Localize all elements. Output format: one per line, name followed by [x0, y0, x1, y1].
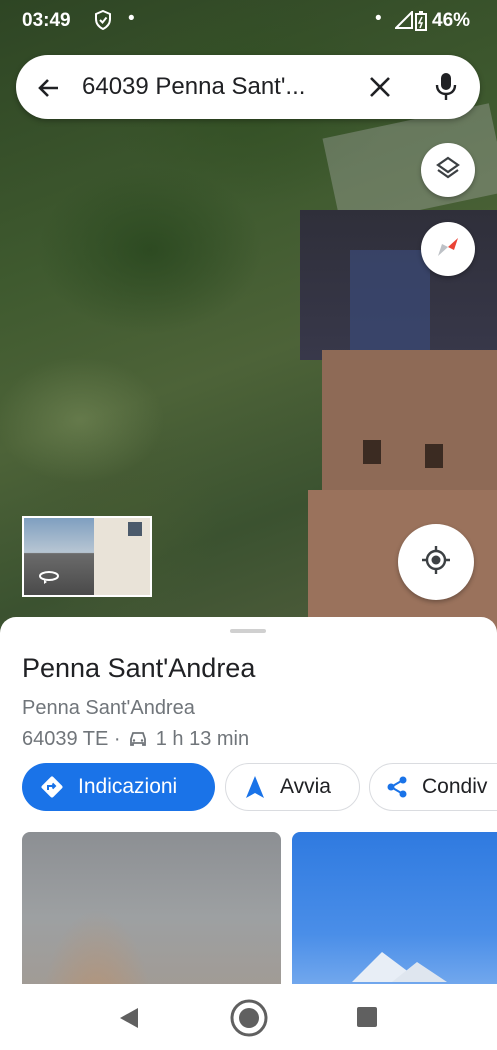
map-window [363, 440, 381, 464]
my-location-icon [421, 545, 451, 580]
drag-handle[interactable] [230, 629, 266, 633]
notification-dot-icon: • [375, 8, 382, 29]
microphone-icon[interactable] [434, 72, 458, 102]
compass-button[interactable] [421, 222, 475, 276]
place-subtitle: Penna Sant'Andrea [22, 697, 195, 719]
drive-time: 1 h 13 min [155, 728, 250, 750]
layers-button[interactable] [421, 143, 475, 197]
map-building [322, 350, 497, 495]
layers-icon [435, 155, 461, 186]
directions-icon [40, 775, 64, 799]
notification-dot-icon: • [128, 8, 135, 29]
signal-icon [393, 9, 413, 35]
share-button[interactable]: Condiv [369, 763, 497, 811]
directions-button[interactable]: Indicazioni [22, 763, 215, 811]
nav-back-icon[interactable] [118, 1006, 140, 1035]
shield-icon [94, 9, 112, 36]
directions-label: Indicazioni [78, 775, 178, 798]
search-input[interactable]: 64039 Penna Sant'... [82, 73, 305, 101]
nav-recents-icon[interactable] [357, 1007, 377, 1027]
back-arrow-icon[interactable] [36, 75, 62, 101]
battery-icon [415, 11, 427, 37]
map-roof-shadow [350, 250, 430, 350]
place-photo[interactable] [292, 832, 497, 985]
status-time: 03:49 [22, 10, 71, 31]
navigation-arrow-icon [244, 775, 266, 799]
battery-percent: 46% [432, 10, 471, 31]
place-bottom-sheet[interactable]: Penna Sant'Andrea Penna Sant'Andrea 6403… [0, 617, 497, 985]
nav-home-icon[interactable] [229, 998, 269, 1043]
car-icon [128, 730, 148, 754]
compass-icon [434, 233, 462, 266]
place-title: Penna Sant'Andrea [22, 653, 256, 683]
start-label: Avvia [280, 775, 331, 798]
map-window [425, 444, 443, 468]
place-photo[interactable] [22, 832, 281, 985]
street-view-thumbnail[interactable] [22, 516, 152, 597]
system-navigation-bar [0, 984, 497, 1050]
my-location-button[interactable] [398, 524, 474, 600]
share-label: Condiv [422, 775, 488, 798]
start-navigation-button[interactable]: Avvia [225, 763, 360, 811]
status-bar: 03:49 • • 46% [0, 0, 497, 42]
close-icon[interactable] [368, 75, 392, 99]
share-icon [386, 775, 408, 799]
rotate-360-icon [38, 568, 60, 584]
search-bar[interactable]: 64039 Penna Sant'... [16, 55, 480, 119]
place-meta: 64039 TE · 1 h 13 min [22, 728, 249, 754]
place-postal: 64039 TE · [22, 728, 121, 750]
